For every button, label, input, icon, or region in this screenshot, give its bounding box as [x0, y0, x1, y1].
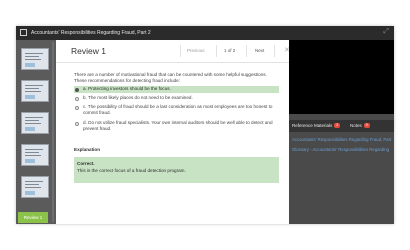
- header-divider: [180, 45, 181, 57]
- question-text: There are a number of motivational fraud…: [74, 72, 267, 84]
- option-letter: a.: [83, 86, 87, 91]
- tab-notes[interactable]: Notes 0: [350, 123, 370, 129]
- option-text: The possibility of fraud should be a las…: [83, 104, 273, 116]
- app-icon: [20, 29, 27, 36]
- notes-count-badge: 0: [363, 123, 370, 129]
- radio-button[interactable]: [75, 96, 79, 101]
- expand-icon[interactable]: ⤢: [383, 28, 389, 36]
- page-title: Review 1: [71, 46, 106, 56]
- window-title: Accountants' Responsibilities Regarding …: [31, 30, 151, 36]
- review-header: Review 1 Previous 1 of 2 Next ✕: [56, 40, 290, 63]
- header-divider: [216, 45, 217, 57]
- explanation-heading: Explanation: [74, 147, 101, 152]
- slide-thumbnail[interactable]: [21, 144, 49, 166]
- previous-button[interactable]: Previous: [187, 48, 205, 53]
- page-counter: 1 of 2: [224, 48, 236, 53]
- reference-tabs: Reference Materials 2 Notes 0: [289, 120, 394, 132]
- answer-option-d[interactable]: d. Do not utilize fraud specialists. You…: [74, 120, 279, 133]
- slide-thumbnail[interactable]: [21, 80, 49, 102]
- reference-count-badge: 2: [334, 123, 341, 129]
- tab-label: Reference Materials: [292, 123, 333, 128]
- title-bar: Accountants' Responsibilities Regarding …: [16, 26, 394, 40]
- answer-option-c[interactable]: c. The possibility of fraud should be a …: [74, 104, 279, 117]
- option-text: The most likely places do not need to be…: [88, 95, 193, 100]
- video-player[interactable]: [289, 40, 394, 114]
- feedback-title: Correct.: [77, 161, 95, 166]
- slide-thumbnail[interactable]: [21, 176, 49, 198]
- feedback-box: Correct. This is the correct focus of a …: [74, 157, 279, 183]
- next-button[interactable]: Next: [255, 48, 264, 53]
- slide-thumbnail[interactable]: [21, 48, 49, 70]
- header-divider: [246, 45, 247, 57]
- radio-button[interactable]: [75, 121, 79, 126]
- reference-link[interactable]: Accountants' Responsibilities Regarding …: [292, 137, 392, 142]
- option-letter: c.: [83, 104, 87, 109]
- course-window: Accountants' Responsibilities Regarding …: [16, 26, 394, 224]
- header-divider: [274, 45, 275, 57]
- slide-thumbnail[interactable]: [21, 112, 49, 134]
- radio-button[interactable]: [75, 105, 79, 110]
- reference-panel: Reference Materials 2 Notes 0 Accountants'…: [289, 114, 394, 224]
- reference-link[interactable]: Glossary - Accountants' Responsibilities…: [292, 147, 392, 152]
- tab-label: Notes: [350, 123, 362, 128]
- slide-thumbnails: Review 1: [16, 40, 56, 224]
- feedback-text: This is the correct focus of a fraud det…: [77, 168, 186, 173]
- option-letter: b.: [83, 95, 87, 100]
- thumbnail-scrollbar[interactable]: [52, 42, 54, 222]
- answer-option-a[interactable]: a. Protecting investors should be the fo…: [74, 86, 279, 93]
- answer-option-b[interactable]: b. The most likely places do not need to…: [74, 95, 279, 102]
- radio-button[interactable]: [75, 87, 79, 92]
- option-text: Do not utilize fraud specialists. Your o…: [83, 120, 273, 132]
- option-letter: d.: [83, 120, 87, 125]
- review-panel: Review 1 Previous 1 of 2 Next ✕ There ar…: [56, 40, 290, 224]
- option-text: Protecting investors should be the focus…: [88, 86, 171, 91]
- selected-slide-label[interactable]: Review 1: [18, 212, 48, 223]
- tab-reference-materials[interactable]: Reference Materials 2: [292, 123, 341, 129]
